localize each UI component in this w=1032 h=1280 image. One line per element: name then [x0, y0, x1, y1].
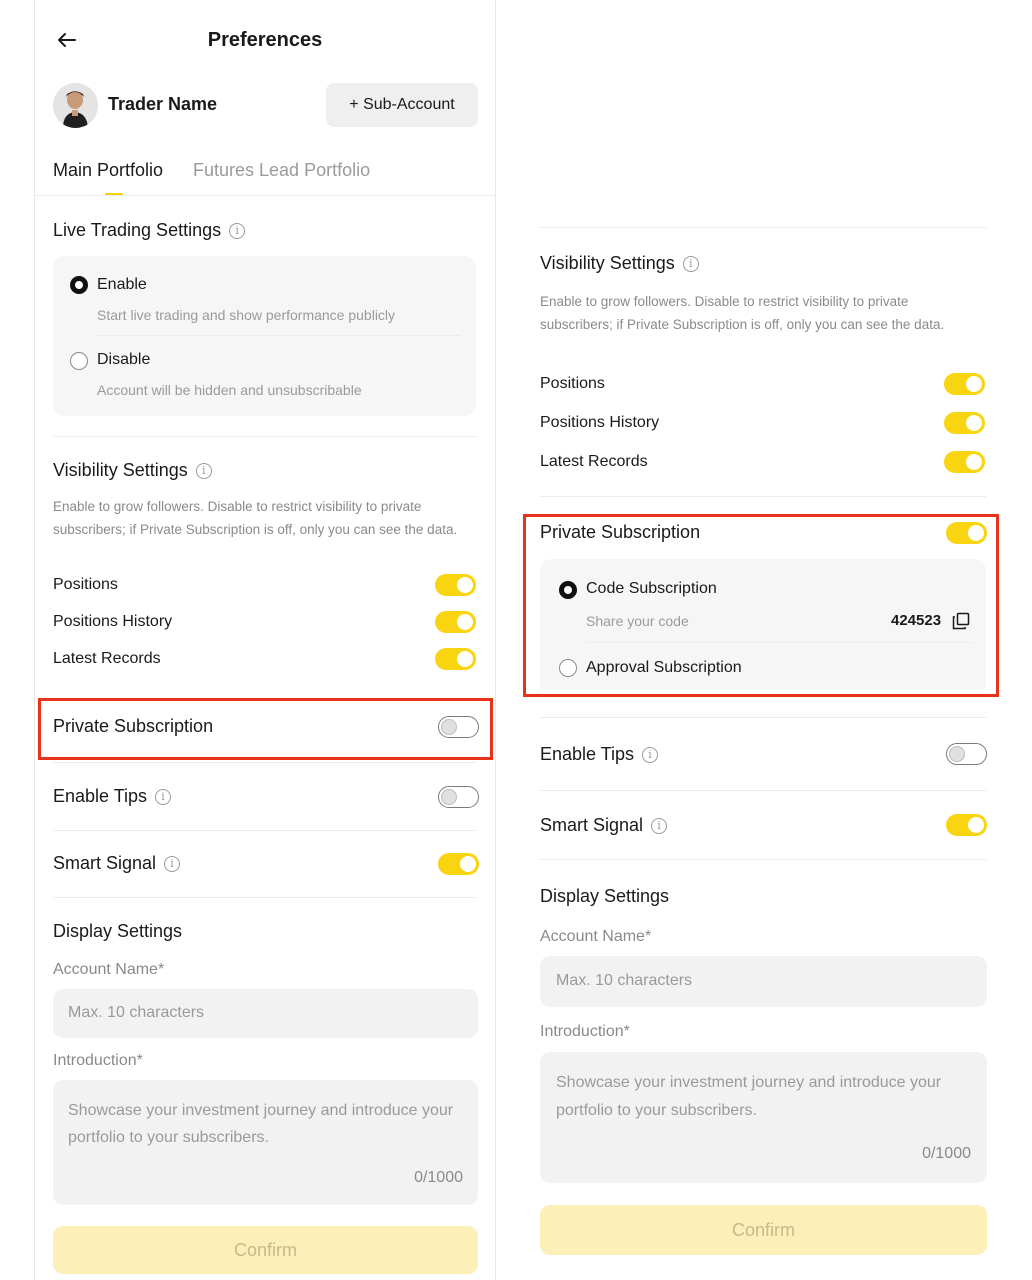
avatar-icon — [53, 83, 98, 128]
positions-label: Positions — [540, 375, 605, 392]
info-icon[interactable]: i — [651, 817, 668, 834]
display-settings-title: Display Settings — [540, 886, 670, 906]
visibility-settings-label: Visibility Settings — [53, 460, 188, 480]
positions-history-toggle[interactable] — [435, 611, 476, 633]
character-counter: 0/1000 — [922, 1145, 971, 1162]
character-counter: 0/1000 — [414, 1169, 463, 1186]
section-divider — [540, 496, 986, 497]
introduction-textarea[interactable]: Showcase your investment journey and int… — [53, 1080, 478, 1205]
smart-signal-label: Smart Signal — [53, 853, 157, 873]
account-name-label: Account Name* — [53, 961, 165, 978]
enable-tips-row: Enable Tips i — [540, 744, 659, 765]
options-divider — [97, 335, 461, 336]
enable-tips-label: Enable Tips — [540, 744, 635, 764]
latest-records-label: Latest Records — [540, 453, 648, 470]
confirm-button[interactable]: Confirm — [540, 1205, 987, 1255]
tab-futures-lead-portfolio[interactable]: Futures Lead Portfolio — [193, 160, 370, 181]
section-divider — [53, 436, 476, 437]
enable-option-description: Start live trading and show performance … — [97, 307, 396, 323]
positions-toggle[interactable] — [435, 574, 476, 596]
live-trading-settings-label: Live Trading Settings — [53, 220, 222, 240]
enable-tips-row: Enable Tips i — [53, 786, 172, 807]
info-icon[interactable]: i — [155, 788, 172, 805]
introduction-placeholder: Showcase your investment journey and int… — [556, 1074, 942, 1119]
page-title: Preferences — [207, 29, 323, 51]
avatar — [53, 83, 98, 128]
smart-signal-label: Smart Signal — [540, 815, 644, 835]
trader-name: Trader Name — [108, 94, 218, 114]
highlight-box — [523, 514, 999, 697]
smart-signal-row: Smart Signal i — [53, 853, 181, 874]
info-icon[interactable]: i — [642, 746, 659, 763]
left-preferences-screen: Preferences Trader Name + Sub-Account Ma… — [34, 0, 496, 1280]
info-icon[interactable]: i — [229, 222, 246, 239]
introduction-label: Introduction* — [540, 1023, 630, 1040]
section-divider — [540, 859, 986, 860]
visibility-settings-title: Visibility Settings i — [540, 253, 699, 274]
enable-tips-label: Enable Tips — [53, 786, 148, 806]
disable-option-label[interactable]: Disable — [97, 351, 150, 369]
confirm-button[interactable]: Confirm — [53, 1226, 478, 1274]
section-divider — [53, 762, 476, 763]
disable-radio[interactable] — [70, 352, 88, 370]
tab-main-portfolio[interactable]: Main Portfolio — [53, 160, 163, 181]
introduction-label: Introduction* — [53, 1052, 143, 1069]
section-divider — [540, 227, 986, 228]
live-trading-settings-title: Live Trading Settings i — [53, 220, 246, 241]
account-name-input[interactable]: Max. 10 characters — [53, 989, 478, 1038]
account-name-label: Account Name* — [540, 928, 652, 945]
section-divider — [53, 830, 476, 831]
introduction-textarea[interactable]: Showcase your investment journey and int… — [540, 1052, 987, 1183]
display-settings-title: Display Settings — [53, 921, 183, 941]
tabs-divider — [35, 195, 495, 196]
section-divider — [540, 717, 986, 718]
info-icon[interactable]: i — [164, 855, 181, 872]
info-icon[interactable]: i — [682, 255, 699, 272]
disable-option-description: Account will be hidden and unsubscribabl… — [97, 382, 362, 398]
enable-tips-toggle[interactable] — [438, 786, 479, 808]
highlight-box — [38, 698, 493, 760]
visibility-description: Enable to grow followers. Disable to res… — [540, 294, 945, 332]
section-divider — [53, 897, 476, 898]
positions-toggle[interactable] — [944, 373, 985, 395]
add-sub-account-button[interactable]: + Sub-Account — [326, 83, 478, 127]
enable-radio[interactable] — [70, 276, 88, 294]
info-icon[interactable]: i — [195, 462, 212, 479]
visibility-description: Enable to grow followers. Disable to res… — [53, 499, 458, 537]
smart-signal-row: Smart Signal i — [540, 815, 668, 836]
latest-records-label: Latest Records — [53, 650, 161, 667]
positions-history-toggle[interactable] — [944, 412, 985, 434]
positions-history-label: Positions History — [540, 414, 660, 431]
account-name-input[interactable]: Max. 10 characters — [540, 956, 987, 1007]
positions-label: Positions — [53, 576, 118, 593]
latest-records-toggle[interactable] — [944, 451, 985, 473]
smart-signal-toggle[interactable] — [438, 853, 479, 875]
visibility-settings-label: Visibility Settings — [540, 253, 675, 273]
positions-history-label: Positions History — [53, 613, 173, 630]
section-divider — [540, 790, 986, 791]
live-trading-options-card: Enable Start live trading and show perfo… — [53, 256, 476, 416]
smart-signal-toggle[interactable] — [946, 814, 987, 836]
enable-option-label[interactable]: Enable — [97, 276, 147, 294]
visibility-settings-title: Visibility Settings i — [53, 460, 212, 481]
enable-tips-toggle[interactable] — [946, 743, 987, 765]
introduction-placeholder: Showcase your investment journey and int… — [68, 1102, 454, 1146]
latest-records-toggle[interactable] — [435, 648, 476, 670]
